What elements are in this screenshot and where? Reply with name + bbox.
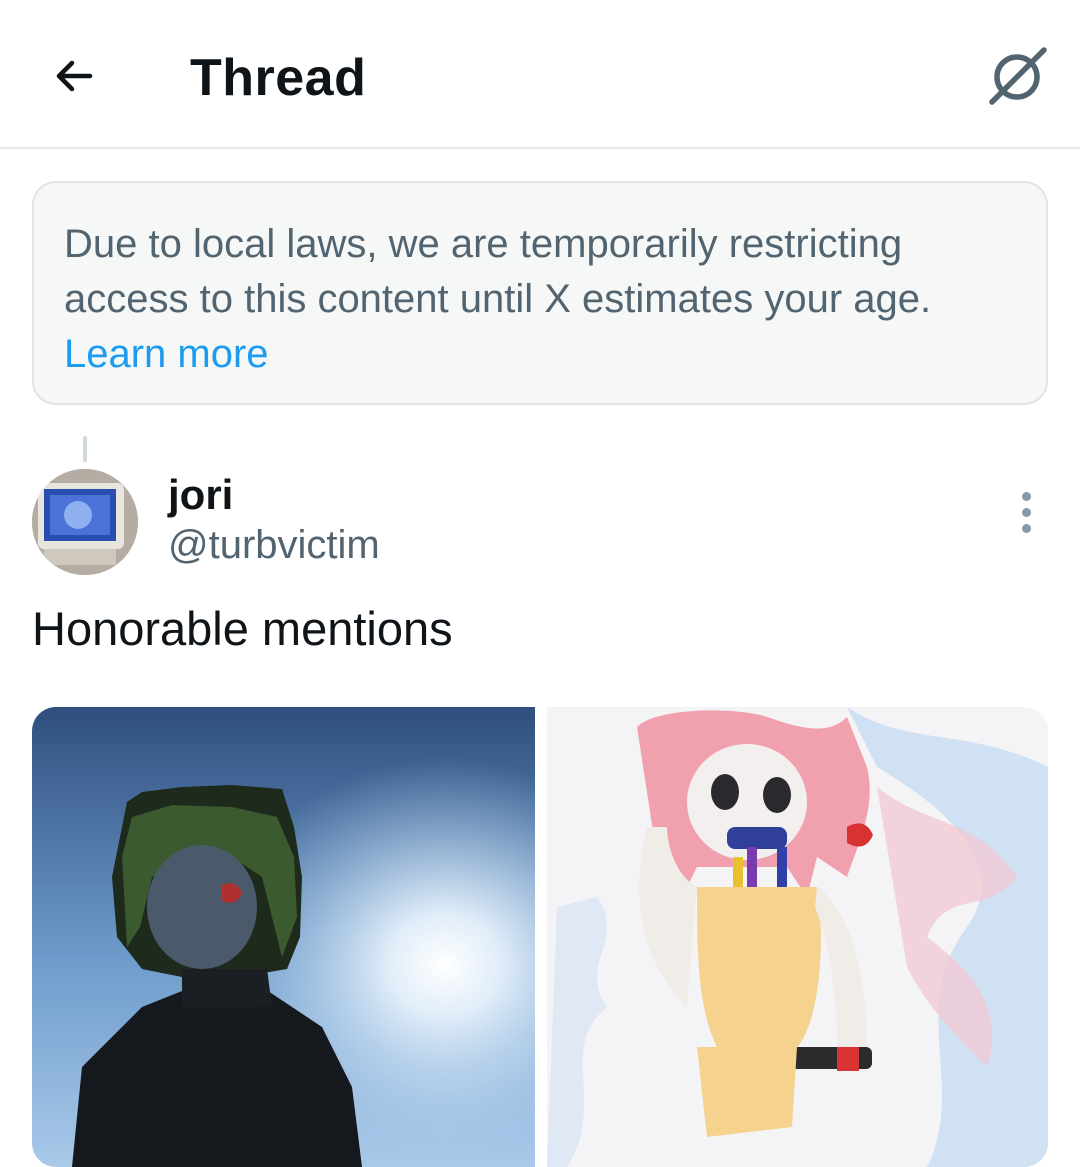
avatar-image [32,469,138,575]
page-title: Thread [190,49,367,107]
notice-message: Due to local laws, we are temporarily re… [64,222,932,321]
learn-more-link[interactable]: Learn more [64,327,269,382]
age-restriction-notice: Due to local laws, we are temporarily re… [32,181,1048,405]
illustration-character [547,707,1048,1167]
arrow-left-icon [56,60,93,92]
back-button[interactable] [38,40,110,112]
author-name[interactable]: jori [168,470,233,520]
media-photo-1[interactable] [32,707,535,1167]
author-handle[interactable]: @turbvictim [168,520,380,570]
more-options-button[interactable] [1002,486,1050,538]
media-photo-2[interactable] [547,707,1048,1167]
media-grid [32,707,1048,1167]
photo-figure-silhouette [32,707,535,1167]
grok-icon [989,47,1047,105]
grok-button[interactable] [982,40,1054,112]
avatar[interactable] [32,469,138,575]
tweet-text: Honorable mentions [32,602,453,655]
top-bar: Thread [0,0,1080,149]
more-dots-icon [1021,491,1031,501]
thread-connector-line [83,436,87,462]
